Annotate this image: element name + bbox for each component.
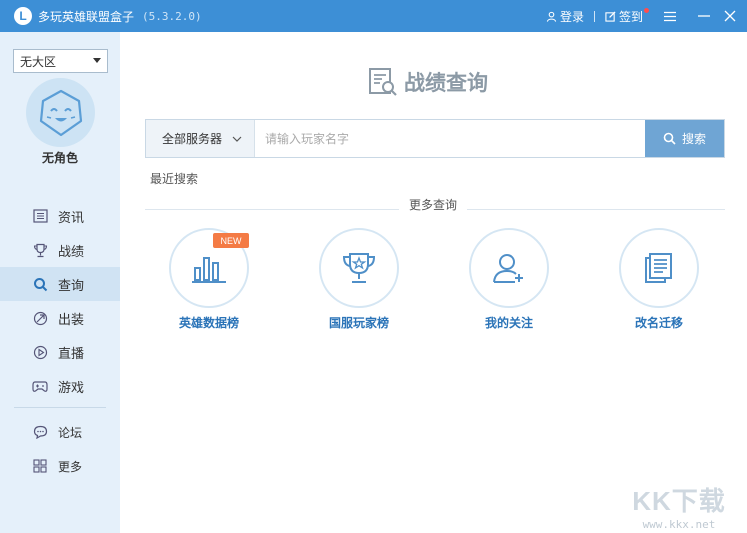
- news-icon: [32, 208, 48, 224]
- app-title: 多玩英雄联盟盒子: [38, 9, 135, 24]
- main-content: 战绩查询 全部服务器 搜索 最近搜索 更多查询 NEW 英雄数据榜: [120, 32, 747, 533]
- sidebar: 无大区 无角色 资讯 战绩 查询 出装 直播 游戏 论坛 更多: [0, 32, 120, 533]
- sidebar-item-label: 论坛: [58, 425, 83, 440]
- site-watermark: KK下载 www.kkx.net: [619, 481, 739, 531]
- watermark-url: www.kkx.net: [642, 518, 716, 531]
- chevron-down-icon: [232, 136, 242, 142]
- equipment-icon: [32, 310, 48, 326]
- cup-icon: [342, 253, 376, 283]
- notification-dot: [644, 7, 649, 13]
- sidebar-nav: 资讯 战绩 查询 出装 直播 游戏: [0, 199, 120, 403]
- app-version: (5.3.2.0): [142, 9, 202, 23]
- tile-circle: [619, 228, 699, 308]
- page-heading: 战绩查询: [368, 67, 488, 97]
- sidebar-item-build[interactable]: 出装: [0, 301, 120, 335]
- page-title: 战绩查询: [404, 71, 488, 95]
- more-query-label: 更多查询: [399, 196, 468, 213]
- region-select[interactable]: 无大区: [13, 49, 108, 73]
- sidebar-item-label: 更多: [58, 459, 83, 474]
- tile-my-follows[interactable]: 我的关注: [459, 228, 559, 338]
- close-button[interactable]: [717, 0, 743, 32]
- gamepad-icon: [32, 378, 48, 394]
- bar-chart-icon: [192, 257, 226, 283]
- chat-icon: [32, 424, 48, 440]
- watermark-logo: KK下载: [632, 486, 726, 516]
- tile-label: 我的关注: [484, 316, 533, 330]
- server-select[interactable]: 全部服务器: [146, 120, 255, 157]
- minimize-icon: [698, 15, 710, 17]
- query-tiles: NEW 英雄数据榜 国服玩家榜 我的关注 改名迁移: [120, 228, 747, 338]
- minimize-button[interactable]: [691, 0, 717, 32]
- sidebar-item-label: 直播: [58, 346, 85, 362]
- player-name-input[interactable]: [255, 120, 645, 157]
- tile-label: 改名迁移: [634, 316, 683, 330]
- title-bar: L 多玩英雄联盟盒子 (5.3.2.0) 登录 签到: [0, 0, 747, 32]
- document-icon: [645, 253, 672, 283]
- sidebar-item-games[interactable]: 游戏: [0, 369, 120, 403]
- sidebar-item-label: 资讯: [58, 210, 85, 226]
- sidebar-item-label: 出装: [58, 312, 85, 328]
- sidebar-item-label: 战绩: [58, 244, 85, 260]
- user-icon: [546, 11, 557, 22]
- menu-button[interactable]: [657, 0, 683, 32]
- tile-label: 国服玩家榜: [328, 316, 389, 330]
- sidebar-item-news[interactable]: 资讯: [0, 199, 120, 233]
- search-icon: [663, 132, 676, 145]
- trophy-icon: [32, 242, 48, 258]
- edit-icon: [605, 10, 616, 22]
- sidebar-item-label: 查询: [58, 278, 85, 294]
- search-button-label: 搜索: [681, 132, 706, 146]
- search-icon: [32, 276, 48, 292]
- sidebar-item-record[interactable]: 战绩: [0, 233, 120, 267]
- chevron-down-icon: [93, 58, 101, 63]
- sidebar-divider: [14, 407, 106, 408]
- play-icon: [32, 344, 48, 360]
- close-icon: [724, 10, 736, 22]
- sidebar-item-query[interactable]: 查询: [0, 267, 120, 301]
- checkin-label: 签到: [618, 9, 643, 24]
- tile-circle: [319, 228, 399, 308]
- server-select-value: 全部服务器: [162, 132, 223, 146]
- sidebar-nav-secondary: 论坛 更多: [0, 415, 120, 483]
- avatar[interactable]: [26, 78, 95, 147]
- new-badge: NEW: [213, 233, 249, 248]
- sidebar-item-live[interactable]: 直播: [0, 335, 120, 369]
- search-bar: 全部服务器 搜索: [145, 119, 725, 158]
- sidebar-item-label: 游戏: [58, 380, 85, 396]
- login-label: 登录: [559, 9, 584, 24]
- login-link[interactable]: 登录: [546, 8, 584, 25]
- grid-icon: [32, 458, 48, 474]
- titlebar-divider: [593, 10, 595, 22]
- checkin-link[interactable]: 签到: [605, 7, 649, 25]
- region-select-value: 无大区: [20, 54, 57, 69]
- recent-search-label: 最近搜索: [150, 172, 199, 186]
- tile-circle: [469, 228, 549, 308]
- tile-server-ranking[interactable]: 国服玩家榜: [309, 228, 409, 338]
- sidebar-item-more[interactable]: 更多: [0, 449, 120, 483]
- record-search-icon: [369, 68, 397, 96]
- user-add-icon: [493, 254, 523, 283]
- menu-icon: [664, 11, 676, 21]
- search-button[interactable]: 搜索: [645, 120, 724, 157]
- tile-rename-transfer[interactable]: 改名迁移: [609, 228, 709, 338]
- role-name: 无角色: [41, 151, 78, 165]
- app-logo: L: [14, 7, 32, 25]
- mascot-face-icon: [39, 89, 82, 136]
- sidebar-item-forum[interactable]: 论坛: [0, 415, 120, 449]
- tile-label: 英雄数据榜: [178, 316, 239, 330]
- tile-hero-stats[interactable]: NEW 英雄数据榜: [159, 228, 259, 338]
